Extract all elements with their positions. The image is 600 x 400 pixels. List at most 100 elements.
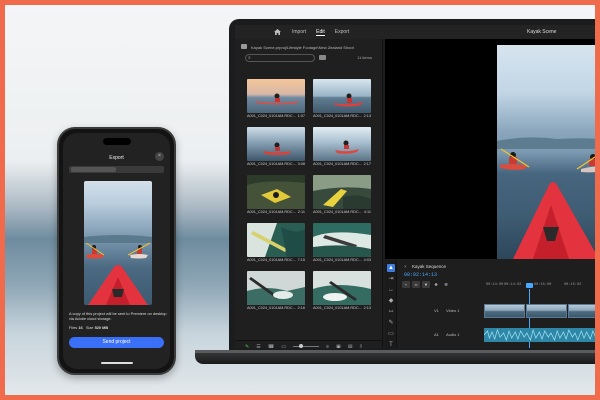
home-indicator [101, 362, 133, 364]
clip-duration: 3:08 [297, 162, 305, 166]
timecode-display[interactable]: 00:02:14:13 [404, 272, 437, 278]
selection-tool-icon[interactable]: ▲ [387, 264, 395, 272]
clip-duration: 2:13 [363, 306, 371, 310]
marker-icon[interactable]: ▼ [422, 281, 430, 288]
slip-icon[interactable]: ⇿ [387, 308, 395, 316]
clip-item[interactable]: A001_C024_0101AM.RDC... 3:08 [247, 127, 307, 166]
project-toolbar: ✎ ☰ ▦ ▭ ≡ ▣ ▤ ▯ [235, 340, 383, 348]
export-description: A copy of this project will be sent to P… [69, 311, 167, 321]
ruler-tick: 00:15:00 [534, 283, 552, 287]
bin-icon[interactable]: ▣ [336, 344, 341, 349]
audio-clip[interactable] [483, 328, 595, 342]
grid-view-icon[interactable]: ▦ [267, 343, 275, 348]
track-select-icon[interactable]: ⇥ [387, 275, 395, 283]
phone: Export × A copy of this project will be … [57, 127, 176, 375]
close-icon[interactable]: × [155, 152, 164, 161]
clip-item[interactable]: A001_C024_0101AM.RDC... 2:13 [313, 271, 373, 310]
export-preview [84, 181, 152, 305]
sort-icon[interactable]: ≡ [326, 344, 329, 349]
files-value: 16 [78, 325, 83, 330]
clip-thumbnail [247, 79, 305, 113]
playhead-handle[interactable] [526, 283, 533, 288]
new-item-icon[interactable]: ▤ [348, 344, 353, 349]
banner-frame: Import Edit Export Kayak Scene Kayak Sce… [5, 5, 595, 395]
send-project-button[interactable]: Send project [69, 337, 164, 348]
type-tool-icon[interactable]: T [387, 341, 395, 348]
tools-panel: ▲ ⇥ ↔ ◆ ⇿ ✎ ▭ T [385, 261, 397, 348]
clip-item[interactable]: A001_C024_0101AM.RDC... 2:13 [313, 79, 373, 118]
clip-name: A001_C024_0101AM.RDC... [313, 258, 362, 262]
clip-item[interactable]: A001_C024_0101AM.RDC... 1:07 [247, 79, 307, 118]
clip-item[interactable]: A001_C024_0101AM.RDC... 2:11 [247, 175, 307, 214]
slider-handle[interactable] [299, 344, 304, 348]
rectangle-icon[interactable]: ▭ [387, 330, 395, 338]
search-input[interactable]: ⌕ [245, 54, 315, 62]
laptop-hinge [195, 350, 595, 353]
pen-icon[interactable]: ✎ [245, 344, 249, 349]
window-title: Kayak Scene [527, 29, 557, 35]
timeline-clip[interactable] [484, 304, 525, 318]
clip-item[interactable]: A001_C024_0101AM.RDC... 2:16 [247, 271, 307, 310]
sequence-tab[interactable]: × Kayak Sequence [398, 261, 595, 269]
segment-selected[interactable] [71, 167, 116, 172]
size-value: 520 MB [94, 325, 109, 330]
snap-icon[interactable]: ⌁ [402, 281, 410, 288]
clip-duration: 2:17 [363, 162, 371, 166]
track-name: Video 1 [446, 308, 460, 313]
razor-icon[interactable]: ◆ [387, 297, 395, 305]
ripple-edit-icon[interactable]: ↔ [387, 286, 395, 294]
freeform-view-icon[interactable]: ▭ [281, 344, 286, 349]
track-name: Audio 1 [446, 332, 460, 337]
clip-thumbnail [247, 271, 305, 305]
tab-edit[interactable]: Edit [316, 29, 325, 36]
ruler-tick: 00:14:02 [504, 283, 522, 287]
project-path-text: Kayak Scene.prproj\Lifestyle Footage\New… [251, 45, 354, 50]
pen-tool-icon[interactable]: ✎ [387, 319, 395, 327]
folder-icon [241, 44, 247, 49]
close-icon[interactable]: × [404, 264, 407, 269]
clip-thumbnail [247, 223, 305, 257]
timeline-clip[interactable] [526, 304, 567, 318]
time-ruler[interactable]: 00:14:00 00:14:02 00:15:00 00:15:02 [484, 283, 595, 289]
export-segment-control[interactable] [69, 166, 164, 173]
tab-export[interactable]: Export [335, 29, 349, 35]
settings-icon[interactable]: ✥ [432, 281, 440, 288]
linked-selection-icon[interactable]: ∞ [412, 281, 420, 288]
new-bin-icon[interactable] [319, 55, 326, 60]
ruler-tick: 00:15:02 [564, 283, 582, 287]
size-label: Size [85, 325, 94, 330]
trash-icon[interactable]: ▯ [360, 344, 363, 349]
clip-item[interactable]: A001_C024_0101AM.RDC... 4:11 [313, 175, 373, 214]
clip-thumbnail [313, 271, 371, 305]
export-meta: Files 16 Size 520 MB [69, 325, 108, 330]
clip-duration: 4:11 [363, 210, 371, 214]
clip-duration: 2:16 [297, 306, 305, 310]
timeline-clip[interactable] [568, 304, 595, 318]
wrench-icon[interactable]: ⚒ [442, 281, 450, 288]
audio-track[interactable]: A1 Audio 1 [398, 327, 595, 343]
track-label: V1 [434, 308, 439, 313]
clip-name: A001_C024_0101AM.RDC... [247, 258, 296, 262]
video-clips[interactable] [484, 304, 595, 318]
clip-item[interactable]: A001_C024_0101AM.RDC... 4:03 [313, 223, 373, 262]
timeline-controls: ⌁ ∞ ▼ ✥ ⚒ [402, 281, 450, 288]
clip-item[interactable]: A001_C024_0101AM.RDC... 7:15 [247, 223, 307, 262]
clip-duration: 4:03 [363, 258, 371, 262]
laptop: Import Edit Export Kayak Scene Kayak Sce… [229, 19, 595, 354]
clip-item[interactable]: A001_C024_0101AM.RDC... 2:17 [313, 127, 373, 166]
clip-thumbnail [313, 175, 371, 209]
video-track[interactable]: V1 Video 1 [398, 303, 595, 319]
zoom-slider[interactable] [293, 344, 320, 348]
clip-name: A001_C024_0101AM.RDC... [313, 114, 362, 118]
list-view-icon[interactable]: ☰ [256, 344, 260, 349]
timeline-panel[interactable]: × Kayak Sequence 00:02:14:13 ⌁ ∞ ▼ ✥ ⚒ 0… [398, 261, 595, 348]
program-monitor[interactable] [385, 39, 595, 259]
clip-duration: 7:15 [297, 258, 305, 262]
clip-name: A001_C024_0101AM.RDC... [247, 306, 296, 310]
premiere-window: Import Edit Export Kayak Scene Kayak Sce… [235, 25, 595, 348]
clip-duration: 1:07 [297, 114, 305, 118]
clip-thumbnail [247, 175, 305, 209]
top-menu-bar: Import Edit Export Kayak Scene [235, 25, 595, 39]
home-icon[interactable] [273, 25, 282, 39]
tab-import[interactable]: Import [292, 29, 306, 35]
